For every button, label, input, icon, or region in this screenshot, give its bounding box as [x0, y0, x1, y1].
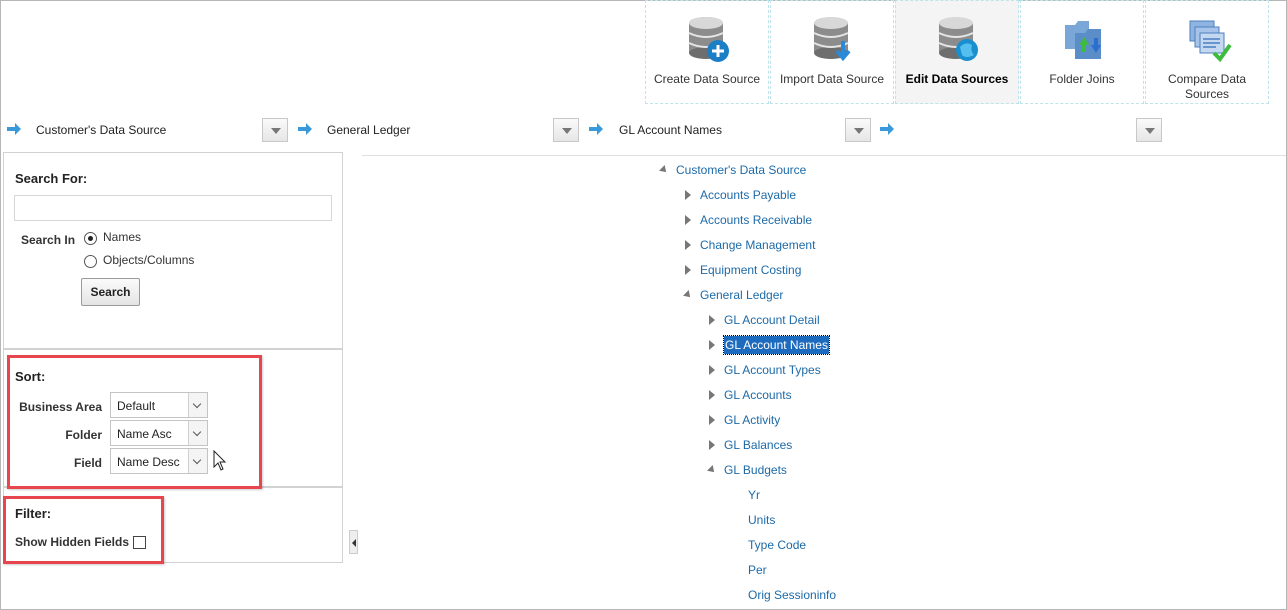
- create-data-source-icon: [688, 17, 729, 62]
- edit-data-sources-label: Edit Data Sources: [905, 72, 1009, 86]
- chevron-down-icon[interactable]: [262, 118, 288, 142]
- radio-names-label: Names: [103, 230, 142, 244]
- filter-highlight-box: [3, 496, 164, 564]
- toolbar: Create Data Source Import Data Source Ed…: [645, 0, 1270, 106]
- business-area-combo-value: General Ledger: [327, 123, 411, 137]
- import-data-source-button[interactable]: Import Data Source: [770, 0, 894, 104]
- tree-item-label: Customer's Data Source: [676, 163, 807, 177]
- panel-collapse-handle[interactable]: [349, 530, 358, 554]
- tree-item-label: Units: [748, 513, 776, 527]
- search-button[interactable]: Search: [81, 278, 140, 306]
- tree-item-label: Accounts Payable: [700, 188, 797, 202]
- arrow-right-icon: [880, 123, 894, 135]
- folder-joins-button[interactable]: Folder Joins: [1020, 0, 1144, 104]
- tree-item-label: Equipment Costing: [700, 263, 802, 277]
- tree-item-label: GL Accounts: [724, 388, 792, 402]
- breadcrumb: Customer's Data Source General Ledger GL…: [0, 117, 1287, 143]
- chevron-down-icon[interactable]: [553, 118, 579, 142]
- search-in-label: Search In: [21, 233, 76, 247]
- radio-objects-columns-label: Objects/Columns: [103, 253, 195, 267]
- folder-joins-label: Folder Joins: [1049, 72, 1115, 86]
- folder-combo-value: GL Account Names: [619, 123, 722, 137]
- radio-objects-columns[interactable]: [84, 255, 97, 268]
- chevron-down-icon[interactable]: [1136, 118, 1162, 142]
- compare-data-sources-icon: [1189, 20, 1232, 63]
- tree-item-label: GL Account Names: [723, 335, 830, 355]
- tree-item-label: Yr: [748, 488, 760, 502]
- tree-item-label: GL Budgets: [724, 463, 787, 477]
- import-data-source-icon: [813, 17, 851, 62]
- search-input[interactable]: [14, 195, 332, 221]
- tree-item-label: Type Code: [748, 538, 807, 552]
- tree-item-label: GL Account Types: [724, 363, 821, 377]
- tree-item-label: Orig Sessioninfo: [748, 588, 837, 602]
- arrow-right-icon: [589, 123, 603, 135]
- mouse-cursor-icon: [213, 450, 227, 471]
- radio-names[interactable]: [84, 232, 97, 245]
- folder-combo[interactable]: GL Account Names: [611, 117, 871, 143]
- folder-joins-icon: [1065, 21, 1101, 59]
- edit-data-sources-button[interactable]: Edit Data Sources: [895, 0, 1019, 104]
- tree-item-label: Change Management: [700, 238, 816, 252]
- arrow-right-icon: [298, 123, 312, 135]
- collapsed-triangle-icon[interactable]: [685, 265, 691, 275]
- collapsed-triangle-icon[interactable]: [685, 215, 691, 225]
- tree-item-label: GL Balances: [724, 438, 793, 452]
- collapsed-triangle-icon[interactable]: [709, 340, 715, 350]
- collapsed-triangle-icon[interactable]: [709, 390, 715, 400]
- collapsed-triangle-icon[interactable]: [709, 365, 715, 375]
- tree-item-label: Accounts Receivable: [700, 213, 813, 227]
- data-source-combo[interactable]: Customer's Data Source: [28, 117, 288, 143]
- collapsed-triangle-icon[interactable]: [685, 190, 691, 200]
- business-area-combo[interactable]: General Ledger: [319, 117, 579, 143]
- compare-data-sources-label: Compare Data Sources: [1167, 72, 1247, 101]
- tree-item-label: Per: [748, 563, 767, 577]
- collapsed-triangle-icon[interactable]: [709, 440, 715, 450]
- tree-item-label: General Ledger: [700, 288, 784, 302]
- collapsed-triangle-icon[interactable]: [709, 415, 715, 425]
- arrow-right-icon: [7, 123, 21, 135]
- collapsed-triangle-icon[interactable]: [709, 315, 715, 325]
- import-data-source-label: Import Data Source: [779, 72, 885, 86]
- compare-data-sources-button[interactable]: Compare Data Sources: [1145, 0, 1269, 104]
- search-heading: Search For:: [15, 171, 88, 186]
- data-source-combo-value: Customer's Data Source: [36, 123, 167, 137]
- search-panel: Search For: Search In Names Objects/Colu…: [3, 152, 343, 349]
- create-data-source-label: Create Data Source: [653, 72, 761, 86]
- create-data-source-button[interactable]: Create Data Source: [645, 0, 769, 104]
- field-combo[interactable]: [902, 117, 1162, 143]
- tree-item-label: GL Activity: [724, 413, 781, 427]
- content-divider: [362, 155, 1286, 156]
- collapsed-triangle-icon[interactable]: [685, 240, 691, 250]
- edit-data-sources-icon: [938, 17, 978, 61]
- tree-item-label: GL Account Detail: [724, 313, 820, 327]
- chevron-down-icon[interactable]: [845, 118, 871, 142]
